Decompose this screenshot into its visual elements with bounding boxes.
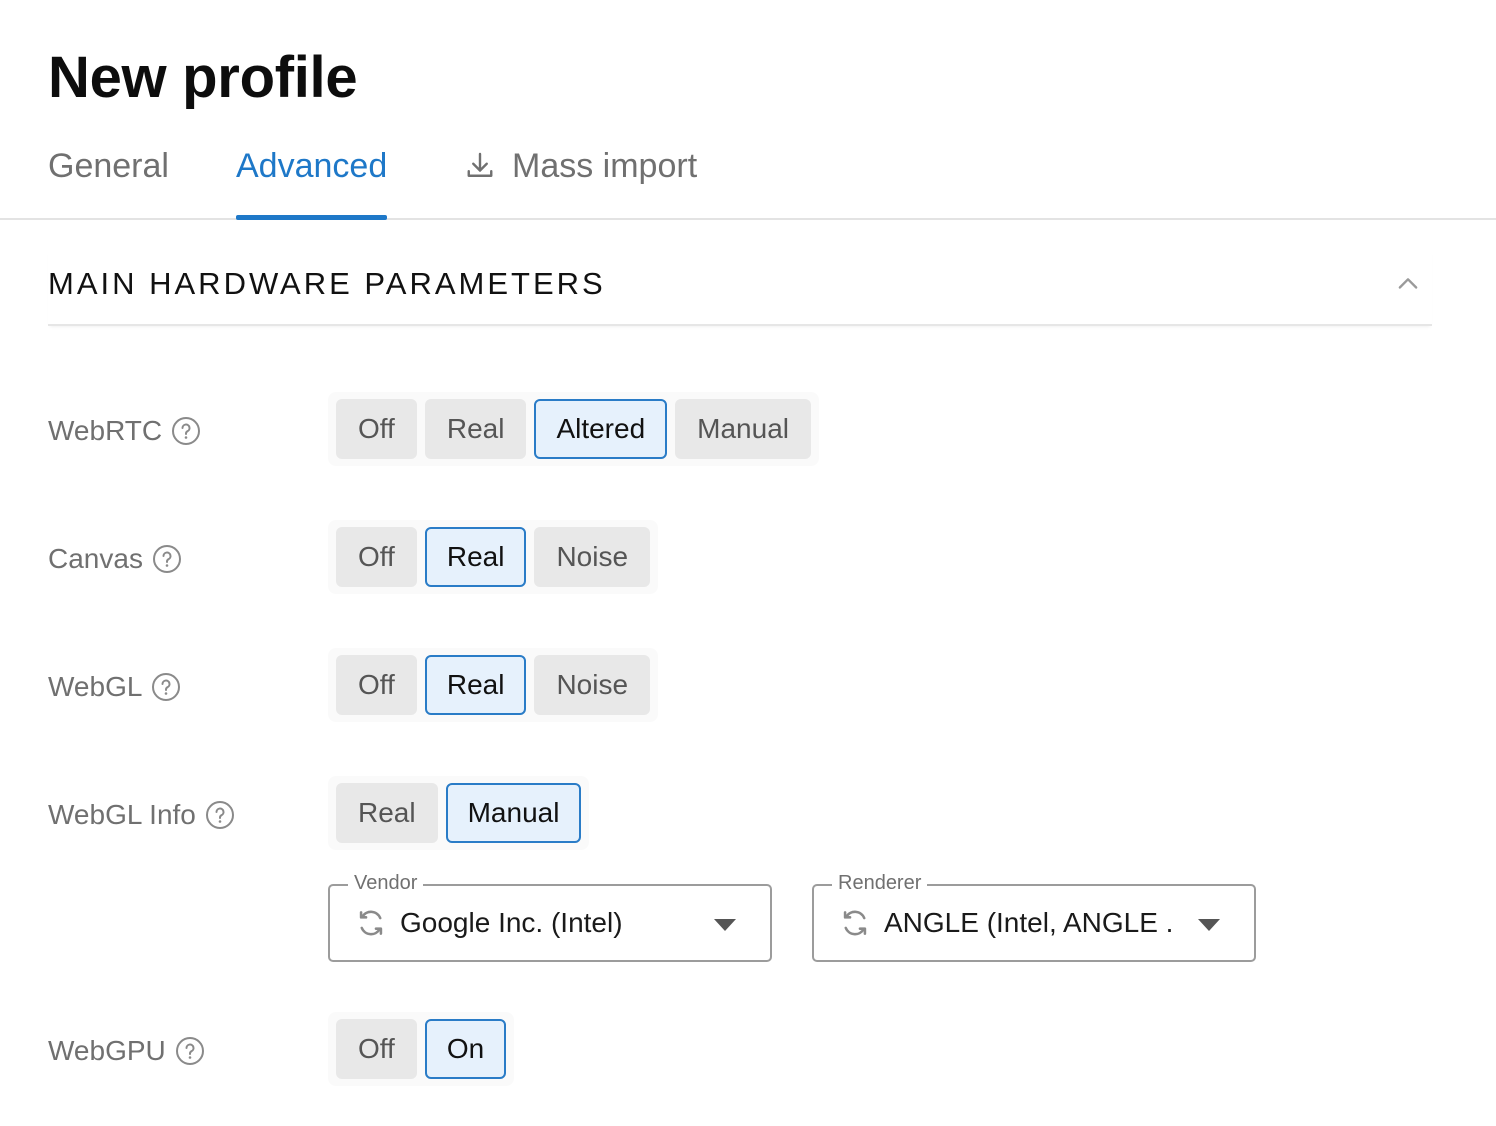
refresh-icon[interactable] xyxy=(354,906,388,940)
help-icon[interactable] xyxy=(152,544,182,574)
webgl-option-noise[interactable]: Noise xyxy=(534,655,651,715)
webrtc-label-text: WebRTC xyxy=(48,415,163,446)
help-icon[interactable] xyxy=(151,672,181,702)
webgpu-label: WebGPU xyxy=(48,1032,205,1070)
canvas-label-text: Canvas xyxy=(48,543,143,574)
webgl-info-option-manual[interactable]: Manual xyxy=(445,783,582,843)
vendor-select[interactable]: Vendor Google Inc. (Intel) xyxy=(328,871,772,962)
webgpu-segmented-control: Off On xyxy=(328,1012,515,1086)
page-title: New profile xyxy=(48,45,358,110)
tab-general-label: General xyxy=(48,146,169,185)
dropdown-arrow-icon[interactable] xyxy=(1198,918,1220,931)
tab-advanced[interactable]: Advanced xyxy=(236,130,388,220)
webgpu-label-text: WebGPU xyxy=(48,1035,166,1066)
webrtc-option-real[interactable]: Real xyxy=(424,399,527,459)
webrtc-option-off[interactable]: Off xyxy=(336,399,417,459)
webgpu-option-off[interactable]: Off xyxy=(336,1019,417,1079)
help-icon[interactable] xyxy=(175,1036,205,1066)
tab-mass-import[interactable]: Mass import xyxy=(462,130,697,218)
canvas-label: Canvas xyxy=(48,540,182,578)
webrtc-segmented-control: Off Real Altered Manual xyxy=(328,392,819,466)
canvas-option-real[interactable]: Real xyxy=(424,527,527,587)
tab-general[interactable]: General xyxy=(48,130,169,218)
section-title: MAIN HARDWARE PARAMETERS xyxy=(48,266,606,301)
help-icon[interactable] xyxy=(205,800,235,830)
canvas-segmented-control: Off Real Noise xyxy=(328,520,659,594)
webrtc-option-manual[interactable]: Manual xyxy=(675,399,811,459)
webgl-option-off[interactable]: Off xyxy=(336,655,417,715)
webgl-segmented-control: Off Real Noise xyxy=(328,648,659,722)
webgl-info-label: WebGL Info xyxy=(48,796,235,834)
webgl-info-option-real[interactable]: Real xyxy=(336,783,438,843)
tab-bar: General Advanced Mass import xyxy=(0,130,1496,220)
webgl-info-segmented-control: Real Manual xyxy=(328,776,590,850)
renderer-select[interactable]: Renderer ANGLE (Intel, ANGLE ... xyxy=(812,871,1256,962)
help-icon[interactable] xyxy=(171,416,201,446)
canvas-option-off[interactable]: Off xyxy=(336,527,417,587)
webgpu-option-on[interactable]: On xyxy=(424,1019,507,1079)
webgl-label-text: WebGL xyxy=(48,671,143,702)
webrtc-option-altered[interactable]: Altered xyxy=(534,399,668,459)
vendor-value: Google Inc. (Intel) xyxy=(400,907,623,938)
webgl-option-real[interactable]: Real xyxy=(424,655,527,715)
tab-mass-import-label: Mass import xyxy=(512,146,698,185)
refresh-icon[interactable] xyxy=(838,906,872,940)
download-icon xyxy=(462,148,498,184)
dropdown-arrow-icon[interactable] xyxy=(714,918,736,931)
webrtc-label: WebRTC xyxy=(48,412,201,450)
webgl-info-label-text: WebGL Info xyxy=(48,799,196,830)
canvas-option-noise[interactable]: Noise xyxy=(534,527,651,587)
section-header-main-hardware: MAIN HARDWARE PARAMETERS xyxy=(48,248,1432,326)
webgl-label: WebGL xyxy=(48,668,181,706)
tab-advanced-label: Advanced xyxy=(236,146,388,185)
chevron-up-icon[interactable] xyxy=(1394,270,1422,298)
renderer-value: ANGLE (Intel, ANGLE ... xyxy=(884,907,1174,938)
